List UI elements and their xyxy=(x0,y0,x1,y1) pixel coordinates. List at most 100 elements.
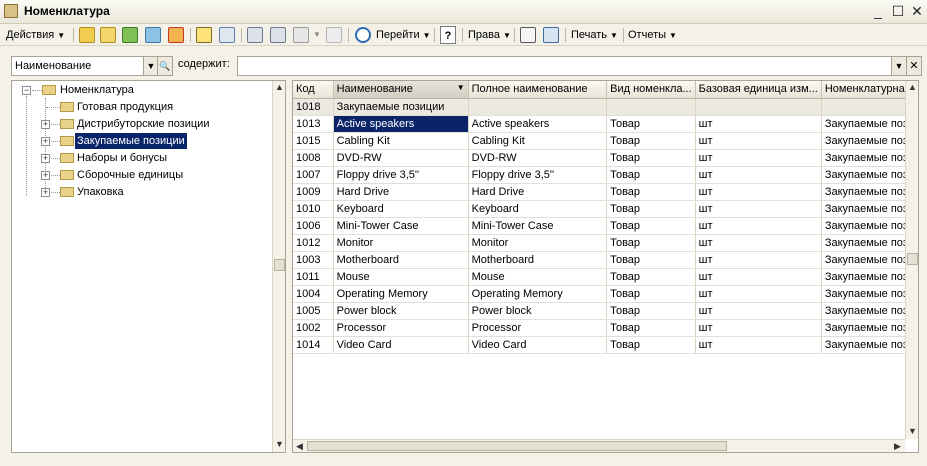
toolbar-separator xyxy=(241,28,242,42)
scroll-right-icon[interactable]: ▶ xyxy=(891,440,904,452)
title-bar: Номенклатура _ ☐ ✕ xyxy=(0,0,927,24)
cell-name: Operating Memory xyxy=(333,285,469,303)
table-row[interactable]: 1005 Power block Power block Товар шт Закупае… xyxy=(293,302,918,320)
tree-line xyxy=(32,90,42,91)
table-row[interactable]: 1014 Video Card Video Card Товар шт Закупаемы… xyxy=(293,336,918,354)
cell-full-name: Mini-Tower Case xyxy=(468,217,608,235)
table-row[interactable]: 1015 Cabling Kit Cabling Kit Товар шт Закупае… xyxy=(293,132,918,150)
chevron-down-icon: ▼ xyxy=(57,31,66,40)
actions-menu-button[interactable]: Действия ▼ xyxy=(6,26,65,44)
maximize-button[interactable]: ☐ xyxy=(889,2,907,20)
scroll-thumb[interactable] xyxy=(274,259,285,271)
collapse-icon[interactable]: − xyxy=(22,86,31,95)
filter-field-select[interactable]: Наименование xyxy=(11,56,144,76)
table-row[interactable]: 1012 Monitor Monitor Товар шт Закупаемые пози xyxy=(293,234,918,252)
columns-settings-icon[interactable] xyxy=(543,27,559,43)
cell-unit: шт xyxy=(695,302,822,320)
close-button[interactable]: ✕ xyxy=(908,2,926,20)
search-input[interactable] xyxy=(237,56,892,76)
table-row[interactable]: 1008 DVD-RW DVD-RW Товар шт Закупаемые пози xyxy=(293,149,918,167)
hierarchy-toggle-icon[interactable] xyxy=(196,27,212,43)
cell-code: 1005 xyxy=(293,302,334,320)
filter-by-value-icon[interactable] xyxy=(270,27,286,43)
table-row[interactable]: 1010 Keyboard Keyboard Товар шт Закупаемые по… xyxy=(293,200,918,218)
cell-kind: Товар xyxy=(606,251,696,269)
table-row[interactable]: 1002 Processor Processor Товар шт Закупаемые … xyxy=(293,319,918,337)
rights-menu-button[interactable]: Права ▼ xyxy=(468,26,511,44)
refresh-icon[interactable] xyxy=(355,27,371,43)
cell-full-name: Video Card xyxy=(468,336,608,354)
table-row[interactable]: 1004 Operating Memory Operating Memory Това… xyxy=(293,285,918,303)
chevron-down-icon[interactable]: ▼ xyxy=(313,26,321,44)
cell-group: Закупаемые пози xyxy=(821,234,918,252)
level-up-icon[interactable] xyxy=(219,27,235,43)
cell-unit: шт xyxy=(695,319,822,337)
cell-kind: Товар xyxy=(606,319,696,337)
tree-item-sets-and-bonuses[interactable]: + Наборы и бонусы xyxy=(40,150,270,166)
table-row[interactable]: 1007 Floppy drive 3,5'' Floppy drive 3,5''… xyxy=(293,166,918,184)
table-group-row[interactable]: 1018 Закупаемые позиции xyxy=(293,98,918,116)
tree-item-packaging[interactable]: + Упаковка xyxy=(40,184,270,200)
minimize-button[interactable]: _ xyxy=(869,2,887,20)
scroll-thumb[interactable] xyxy=(907,253,918,265)
table-row[interactable]: 1009 Hard Drive Hard Drive Товар шт Закупаемы… xyxy=(293,183,918,201)
column-header-code[interactable]: Код xyxy=(293,81,334,99)
scroll-thumb[interactable] xyxy=(307,441,727,451)
scroll-up-icon[interactable]: ▲ xyxy=(906,81,918,94)
add-item-icon[interactable] xyxy=(79,27,95,43)
cell-full-name: DVD-RW xyxy=(468,149,608,167)
column-header-nomenclature-group[interactable]: Номенклатурная xyxy=(821,81,918,99)
cell-group: Закупаемые пози xyxy=(821,183,918,201)
delete-mark-icon[interactable] xyxy=(168,27,184,43)
cell-name: Mouse xyxy=(333,268,469,286)
column-header-name[interactable]: Наименование ▼ xyxy=(333,81,469,99)
edit-item-icon[interactable] xyxy=(145,27,161,43)
help-button[interactable]: ? xyxy=(440,26,456,44)
chevron-down-icon[interactable]: ▼ xyxy=(891,56,907,76)
tree-item-finished-products[interactable]: Готовая продукция xyxy=(40,99,260,115)
reports-menu-button[interactable]: Отчеты ▼ xyxy=(628,26,677,44)
list-settings-icon[interactable] xyxy=(520,27,536,43)
chevron-down-icon: ▼ xyxy=(422,31,431,40)
expand-icon[interactable]: + xyxy=(41,137,50,146)
clear-search-icon[interactable]: ✕ xyxy=(906,56,922,76)
column-header-base-unit[interactable]: Базовая единица изм... xyxy=(695,81,822,99)
cell-code: 1006 xyxy=(293,217,334,235)
copy-item-icon[interactable] xyxy=(122,27,138,43)
cell-unit: шт xyxy=(695,149,822,167)
add-folder-icon[interactable] xyxy=(100,27,116,43)
search-icon[interactable]: 🔍 xyxy=(157,56,173,76)
table-horizontal-scrollbar[interactable]: ◀ ▶ xyxy=(293,439,905,452)
cell-code: 1012 xyxy=(293,234,334,252)
scroll-down-icon[interactable]: ▼ xyxy=(906,425,918,438)
column-header-kind[interactable]: Вид номенкла... xyxy=(606,81,696,99)
tree-item-assembly-units[interactable]: + Сборочные единицы xyxy=(40,167,270,183)
table-row[interactable]: 1003 Motherboard Motherboard Товар шт Закупае… xyxy=(293,251,918,269)
scroll-up-icon[interactable]: ▲ xyxy=(273,81,286,94)
filter-icon[interactable] xyxy=(247,27,263,43)
expand-icon[interactable]: + xyxy=(41,171,50,180)
tree-root[interactable]: − Номенклатура xyxy=(20,82,220,98)
expand-icon[interactable]: + xyxy=(41,120,50,129)
cell-name: Cabling Kit xyxy=(333,132,469,150)
tree-item-distributor-positions[interactable]: + Дистрибуторские позиции xyxy=(40,116,270,132)
tree-item-purchased-positions[interactable]: + Закупаемые позиции xyxy=(40,133,270,149)
print-menu-button[interactable]: Печать ▼ xyxy=(571,26,618,44)
cell-kind: Товар xyxy=(606,149,696,167)
cell-unit: шт xyxy=(695,183,822,201)
scroll-down-icon[interactable]: ▼ xyxy=(273,438,286,451)
table-vertical-scrollbar[interactable]: ▲ ▼ xyxy=(905,81,918,439)
table-row[interactable]: 1006 Mini-Tower Case Mini-Tower Case Товар ш… xyxy=(293,217,918,235)
expand-icon[interactable]: + xyxy=(41,188,50,197)
tree-vertical-scrollbar[interactable]: ▲ ▼ xyxy=(272,81,285,452)
cell-group: Закупаемые пози xyxy=(821,251,918,269)
expand-icon[interactable]: + xyxy=(41,154,50,163)
filter-history-icon[interactable] xyxy=(293,27,309,43)
table-row[interactable]: 1013 Active speakers Active speakers Товар ш… xyxy=(293,115,918,133)
table-row[interactable]: 1011 Mouse Mouse Товар шт Закупаемые пози xyxy=(293,268,918,286)
goto-menu-button[interactable]: Перейти ▼ xyxy=(376,26,431,44)
scroll-left-icon[interactable]: ◀ xyxy=(293,440,306,452)
chevron-down-icon: ▼ xyxy=(669,31,677,40)
column-header-full-name[interactable]: Полное наименование xyxy=(468,81,608,99)
toolbar-separator xyxy=(462,28,463,42)
